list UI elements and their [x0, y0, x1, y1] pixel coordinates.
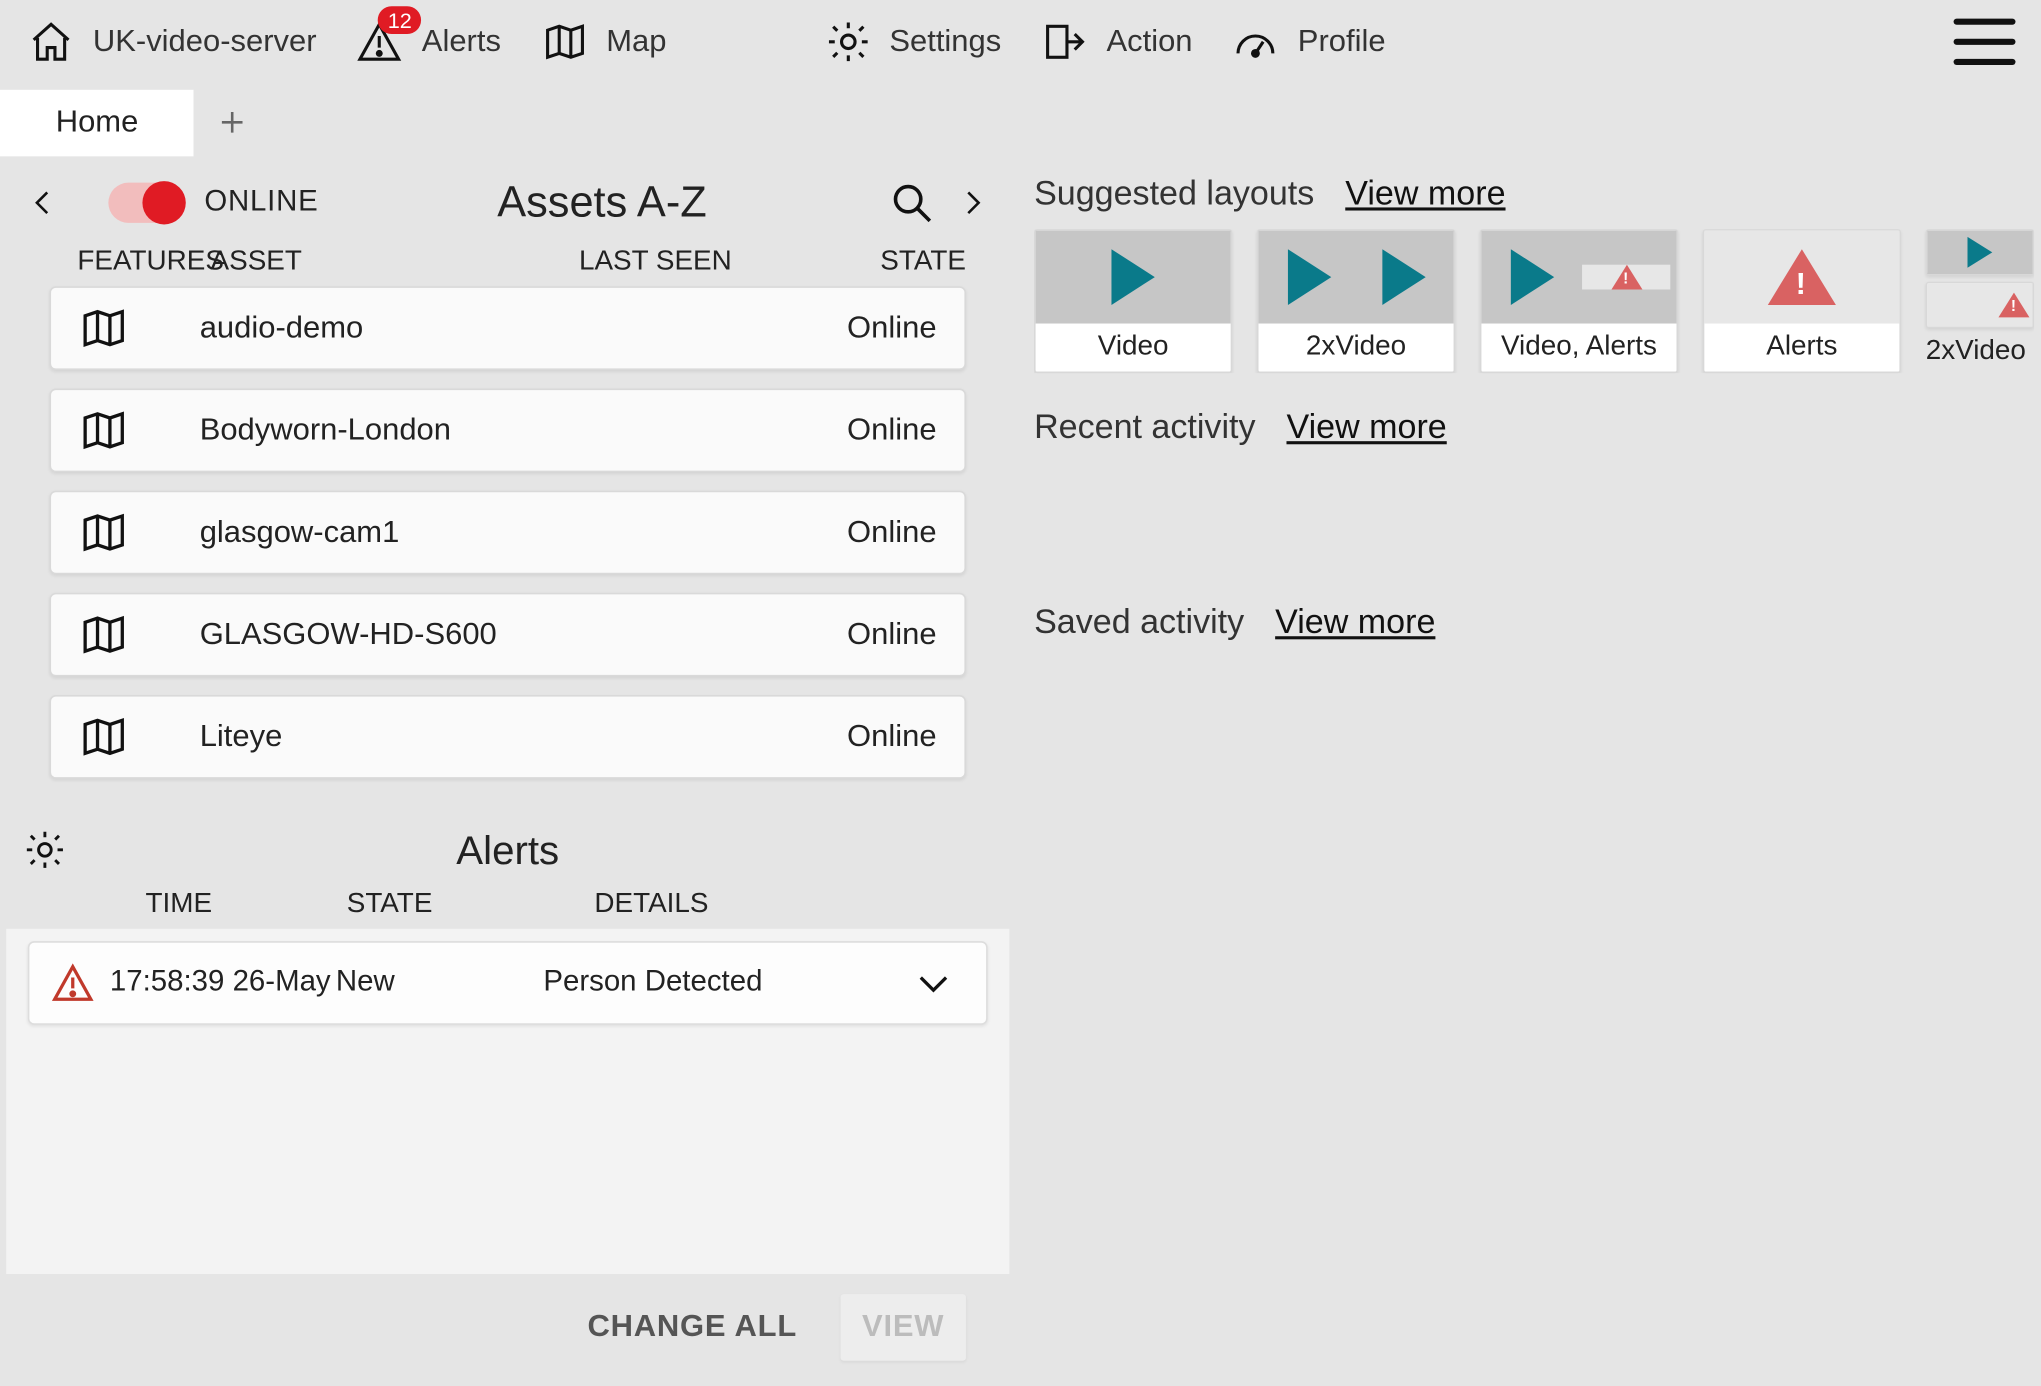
play-icon	[1382, 249, 1425, 305]
nav-action-label: Action	[1106, 24, 1192, 60]
assets-next[interactable]	[947, 172, 997, 234]
asset-row[interactable]: Bodyworn-LondonOnline	[50, 389, 966, 473]
asset-name: GLASGOW-HD-S600	[141, 617, 847, 653]
search-icon[interactable]	[885, 176, 938, 229]
chevron-down-icon[interactable]	[912, 961, 965, 1004]
gear-icon	[821, 15, 874, 68]
asset-name: Bodyworn-London	[141, 413, 847, 449]
view-button[interactable]: VIEW	[840, 1293, 966, 1360]
layout-label: 2xVideo	[1259, 324, 1454, 372]
right-column: Suggested layouts View more Video 2xVide…	[1025, 161, 2034, 1379]
alerts-title: Alerts	[71, 826, 944, 874]
asset-name: audio-demo	[141, 310, 847, 346]
menu-button[interactable]	[1954, 19, 2016, 65]
saved-view-more[interactable]: View more	[1275, 602, 1435, 642]
nav-home[interactable]: UK-video-server	[25, 15, 317, 68]
change-all-button[interactable]: CHANGE ALL	[587, 1309, 797, 1345]
assets-columns: FEATURES ASSET LAST SEEN STATE	[6, 245, 1009, 287]
top-navbar: UK-video-server 12 Alerts Map	[0, 0, 2040, 84]
warning-icon: !	[1998, 293, 2029, 318]
nav-map-label: Map	[606, 24, 666, 60]
layout-video-alerts[interactable]: ! Video, Alerts	[1480, 229, 1678, 373]
layout-alerts[interactable]: ! Alerts	[1703, 229, 1901, 373]
recent-activity-title: Recent activity	[1034, 407, 1255, 447]
layout-video[interactable]: Video	[1034, 229, 1232, 373]
map-icon	[79, 508, 141, 558]
nav-alerts-label: Alerts	[422, 24, 501, 60]
warning-icon: !	[1611, 265, 1642, 290]
alert-details: Person Detected	[522, 966, 912, 1000]
online-toggle[interactable]	[108, 183, 185, 223]
asset-state: Online	[847, 617, 936, 653]
layout-label: Video	[1036, 324, 1231, 372]
map-icon	[79, 610, 141, 660]
play-icon	[1111, 249, 1154, 305]
action-icon	[1038, 15, 1091, 68]
gauge-icon	[1230, 15, 1283, 68]
alert-time: 17:58:39 26-May	[110, 966, 336, 1000]
alerts-badge: 12	[378, 6, 421, 34]
asset-state: Online	[847, 719, 936, 755]
col-features: FEATURES	[77, 245, 210, 278]
warning-icon: !	[1768, 249, 1836, 305]
map-icon	[79, 406, 141, 456]
server-label: UK-video-server	[93, 24, 317, 60]
asset-row[interactable]: glasgow-cam1Online	[50, 491, 966, 575]
col-lastseen: LAST SEEN	[579, 245, 858, 278]
assets-title: Assets A-Z	[319, 178, 886, 228]
layout-label: Video, Alerts	[1481, 324, 1676, 372]
play-icon	[1287, 249, 1330, 305]
warning-icon	[51, 961, 104, 1004]
nav-settings-label: Settings	[889, 24, 1001, 60]
nav-map[interactable]: Map	[538, 15, 666, 68]
layout-2xvideo[interactable]: 2xVideo	[1257, 229, 1455, 373]
suggested-view-more[interactable]: View more	[1345, 173, 1505, 213]
recent-view-more[interactable]: View more	[1286, 407, 1446, 447]
asset-state: Online	[847, 413, 936, 449]
alerts-panel: Alerts TIME STATE DETAILS 17:58:39 26-Ma…	[6, 813, 1009, 1380]
nav-alerts[interactable]: 12 Alerts	[354, 15, 501, 68]
asset-row[interactable]: GLASGOW-HD-S600Online	[50, 593, 966, 677]
play-icon	[1968, 237, 1993, 268]
asset-row[interactable]: audio-demoOnline	[50, 286, 966, 370]
saved-activity-title: Saved activity	[1034, 602, 1244, 642]
layout-small-alert[interactable]: !	[1926, 282, 2034, 328]
tab-add[interactable]	[194, 84, 271, 161]
layouts-row: Video 2xVideo ! Video, Alerts ! Alerts	[1034, 229, 2034, 373]
nav-action[interactable]: Action	[1038, 15, 1192, 68]
layout-small-video[interactable]	[1926, 229, 2034, 275]
map-icon	[79, 303, 141, 353]
asset-name: Liteye	[141, 719, 847, 755]
layout-label: Alerts	[1704, 324, 1899, 372]
tab-home-label: Home	[56, 104, 139, 138]
assets-prev[interactable]	[19, 172, 69, 234]
nav-settings[interactable]: Settings	[821, 15, 1001, 68]
asset-state: Online	[847, 310, 936, 346]
assets-panel: ONLINE Assets A-Z FEATURES ASSET LAST SE…	[6, 161, 1009, 800]
home-icon	[25, 15, 78, 68]
nav-profile[interactable]: Profile	[1230, 15, 1386, 68]
nav-profile-label: Profile	[1298, 24, 1386, 60]
asset-name: glasgow-cam1	[141, 515, 847, 551]
alert-state: New	[336, 966, 522, 1000]
alerts-columns: TIME STATE DETAILS	[6, 887, 1009, 929]
col-state: STATE	[858, 245, 966, 278]
map-icon	[538, 15, 591, 68]
play-icon	[1510, 249, 1553, 305]
map-icon	[79, 712, 141, 762]
alert-row[interactable]: 17:58:39 26-MayNewPerson Detected	[28, 941, 988, 1025]
alerts-settings-icon[interactable]	[19, 824, 72, 877]
asset-row[interactable]: LiteyeOnline	[50, 695, 966, 779]
col-asset: ASSET	[211, 245, 579, 278]
suggested-layouts-title: Suggested layouts	[1034, 173, 1314, 213]
tabs-row: Home	[0, 84, 2040, 161]
online-label: ONLINE	[204, 186, 318, 220]
asset-state: Online	[847, 515, 936, 551]
tab-home[interactable]: Home	[0, 89, 194, 156]
acol-time: TIME	[146, 887, 347, 920]
layout-label: 2xVideo	[1926, 334, 2034, 367]
acol-details: DETAILS	[548, 887, 966, 920]
acol-state: STATE	[347, 887, 548, 920]
